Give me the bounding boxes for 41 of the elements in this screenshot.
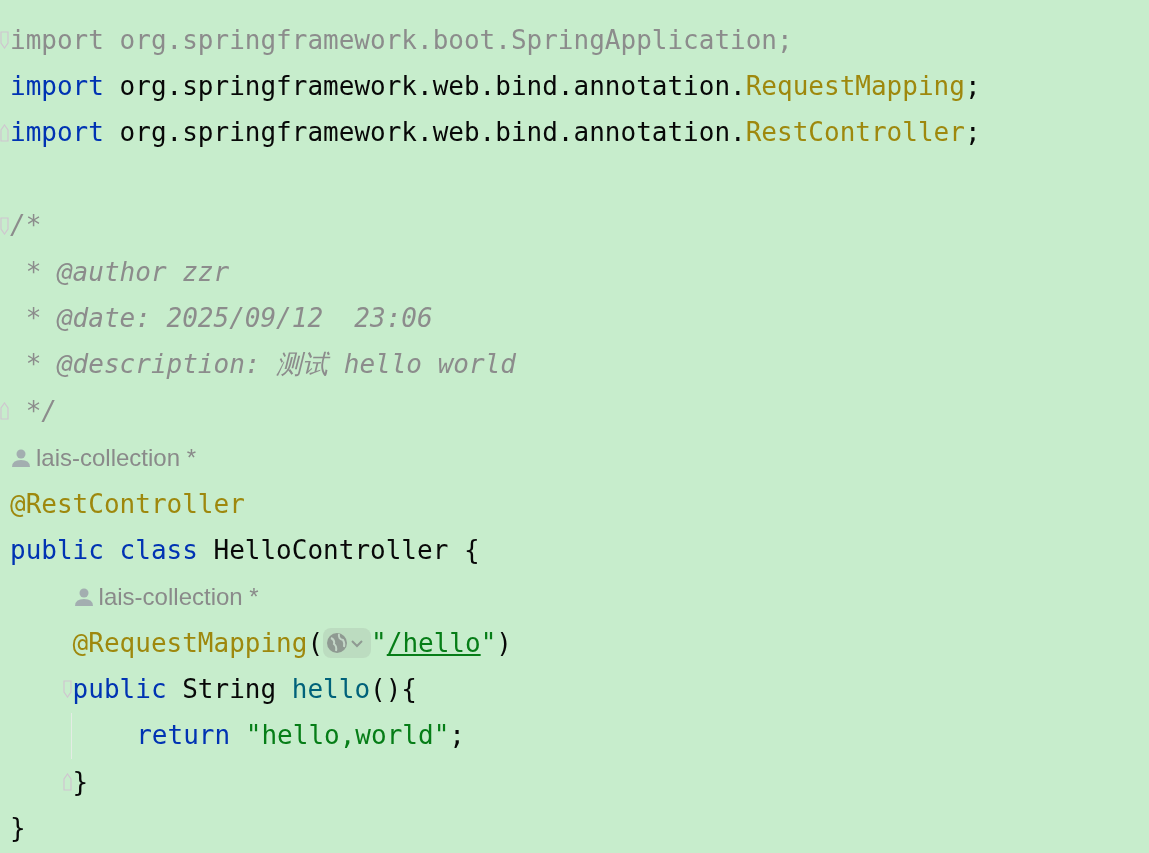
code-keyword: public	[72, 674, 167, 706]
code-comment: /*	[10, 210, 42, 242]
code-comment: * @description: 测试 hello world	[24, 349, 516, 381]
code-comment: */	[24, 395, 57, 427]
code-annotation: @RestController	[10, 488, 245, 520]
code-keyword: public class	[10, 534, 198, 567]
code-text: HelloController {	[212, 534, 480, 567]
code-author-hint[interactable]: lais-collection *	[36, 443, 197, 472]
code-string: "	[480, 627, 497, 659]
code-text: (){	[370, 674, 417, 706]
code-annotation: RestController	[745, 117, 965, 149]
code-author-hint[interactable]: lais-collection *	[98, 582, 259, 611]
code-text: String	[181, 674, 278, 706]
code-annotation: RequestMapping	[745, 71, 965, 103]
code-string: "	[371, 627, 387, 659]
code-text: }	[72, 766, 89, 799]
code-text: org.springframework.web.bind.annotation.	[118, 71, 746, 103]
code-keyword: import	[10, 117, 104, 149]
url-link[interactable]: /hello	[386, 627, 481, 659]
code-text: ;	[964, 117, 981, 149]
globe-dropdown[interactable]	[323, 628, 372, 659]
code-text: (	[307, 627, 324, 659]
fold-icon[interactable]	[0, 402, 9, 421]
code-comment: * @author zzr	[24, 256, 230, 288]
code-text: )	[496, 627, 512, 659]
code-text: org.springframework.web.bind.annotation.	[118, 117, 746, 149]
method-name: hello	[291, 674, 371, 706]
code-text: ;	[449, 720, 465, 752]
unused-import: import org.springframework.boot.SpringApplication;	[10, 24, 793, 56]
fold-icon[interactable]	[62, 680, 72, 699]
code-annotation: @RequestMapping	[72, 627, 308, 659]
fold-icon[interactable]	[0, 216, 9, 235]
code-comment: * @date: 2025/09/12 23:06	[24, 302, 433, 335]
fold-icon[interactable]	[62, 773, 72, 792]
code-string: "hello,world"	[245, 720, 450, 752]
fold-icon[interactable]	[0, 31, 9, 49]
code-text: ;	[964, 71, 981, 103]
fold-icon[interactable]	[0, 123, 9, 142]
code-text: }	[10, 813, 26, 845]
code-keyword: import	[10, 71, 104, 103]
code-keyword: return	[136, 720, 232, 752]
